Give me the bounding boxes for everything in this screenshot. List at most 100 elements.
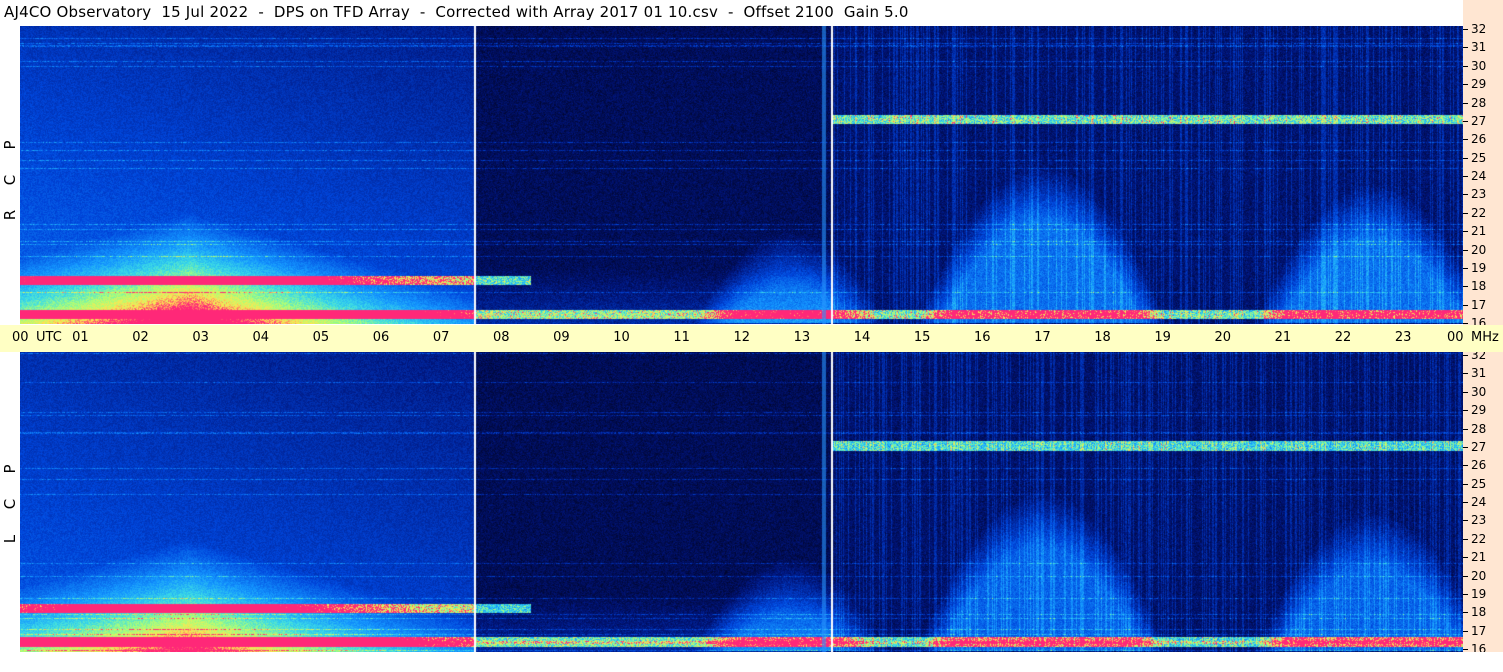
freq-tickmark-rcp-24 [1463,176,1468,177]
time-tick-6: 06 [372,330,390,345]
freq-tick-lcp-30: 30 [1471,384,1487,399]
time-tick-22: 22 [1334,330,1352,345]
freq-tick-rcp-18: 18 [1471,279,1487,294]
freq-tickmark-lcp-29 [1463,410,1468,412]
freq-tick-lcp-26: 26 [1471,458,1487,473]
freq-tickmark-lcp-21 [1463,557,1468,559]
time-tick-23: 23 [1394,330,1412,345]
freq-tick-rcp-17: 17 [1471,297,1487,312]
freq-tick-rcp-21: 21 [1471,224,1487,239]
freq-tickmark-rcp-19 [1463,267,1468,269]
freq-tickmark-lcp-25 [1463,483,1468,485]
freq-tick-rcp-26: 26 [1471,132,1487,147]
freq-tickmark-lcp-30 [1463,391,1468,393]
freq-tickmark-rcp-21 [1463,231,1468,233]
spectrogram-rcp [20,26,1463,324]
freq-tickmark-rcp-29 [1463,84,1468,86]
freq-tickmark-lcp-31 [1463,373,1468,375]
time-tick-4: 04 [252,330,270,345]
freq-tickmark-lcp-28 [1463,428,1468,430]
time-tick-7: 07 [432,330,450,345]
freq-unit-label: MHz [1471,330,1499,345]
pol-letter-c: C [1,174,19,186]
freq-tick-lcp-23: 23 [1471,513,1487,528]
freq-tickmark-rcp-25 [1463,157,1468,159]
freq-tick-lcp-29: 29 [1471,403,1487,418]
freq-tickmark-rcp-26 [1463,139,1468,141]
time-tick-20: 20 [1214,330,1232,345]
freq-tickmark-lcp-32 [1463,355,1468,356]
freq-tick-rcp-29: 29 [1471,77,1487,92]
time-tick-10: 10 [613,330,630,345]
freq-tickmark-rcp-32 [1463,29,1468,30]
freq-tick-lcp-20: 20 [1471,568,1487,583]
time-axis: 00 01 02 03 04 05 06 07 08 09 10 11 12 13 14 15 16 17 18 19… [0,325,1464,352]
freq-tick-lcp-21: 21 [1471,550,1487,565]
freq-tickmark-lcp-19 [1463,593,1468,595]
pol-letter-c2: C [1,498,19,510]
time-tick-14: 14 [853,330,871,345]
time-tick-12: 12 [733,330,751,345]
freq-tickmark-lcp-17 [1463,630,1468,632]
freq-tickmark-lcp-20 [1463,575,1468,577]
time-tick-19: 19 [1154,330,1171,345]
freq-tickmark-lcp-18 [1463,612,1468,614]
time-tick-1: 01 [72,330,89,345]
time-tick-9: 09 [553,330,570,345]
freq-tick-rcp-27: 27 [1471,113,1487,128]
pol-letter-p2: P [1,464,19,474]
pol-label-column-rcp: R C P [0,26,20,324]
spectrogram-rcp-canvas [20,26,1463,324]
freq-tick-rcp-30: 30 [1471,58,1487,73]
spectrogram-lcp-canvas [20,352,1463,652]
freq-tickmark-rcp-20 [1463,249,1468,251]
pol-label-column-lcp: L C P [0,352,20,652]
freq-tick-lcp-31: 31 [1471,366,1487,381]
freq-tickmark-rcp-22 [1463,212,1468,214]
freq-tick-lcp-27: 27 [1471,439,1487,454]
freq-unit-box: MHz [1463,325,1503,352]
time-tick-8: 08 [493,330,510,345]
freq-tickmark-rcp-30 [1463,65,1468,67]
freq-tickmark-lcp-23 [1463,520,1468,522]
freq-tickmark-rcp-18 [1463,286,1468,288]
freq-tick-rcp-31: 31 [1471,40,1487,55]
freq-tickmark-lcp-22 [1463,538,1468,540]
freq-tickmark-lcp-24 [1463,502,1468,503]
freq-tickmark-lcp-27 [1463,446,1468,448]
freq-tickmark-rcp-16 [1463,323,1468,324]
freq-axis-lcp: 32 31 30 29 28 27 26 25 24 23 22 21 20 19 18 17 16 [1463,349,1503,655]
pol-letter-l: L [1,534,19,544]
freq-tick-rcp-25: 25 [1471,150,1487,165]
pol-letter-r: R [1,209,19,221]
time-tick-17: 17 [1034,330,1051,345]
freq-tick-rcp-32: 32 [1471,22,1487,36]
freq-tick-rcp-19: 19 [1471,260,1487,275]
freq-axis-rcp: 32 31 30 29 28 27 26 25 24 23 22 21 20 19 18 17 16 [1463,22,1503,329]
freq-tick-rcp-20: 20 [1471,242,1487,257]
freq-tick-rcp-22: 22 [1471,205,1487,220]
time-tick-15: 15 [913,330,931,345]
time-tick-16: 16 [974,330,991,345]
time-tick-2: 02 [132,330,149,345]
freq-tickmark-rcp-27 [1463,120,1468,122]
freq-tickmark-lcp-26 [1463,465,1468,467]
freq-tickmark-rcp-23 [1463,194,1468,196]
freq-tick-rcp-24: 24 [1471,169,1487,183]
freq-tick-lcp-19: 19 [1471,586,1487,601]
bottom-strip [0,652,1503,672]
time-tick-3: 03 [192,330,209,345]
freq-tickmark-rcp-28 [1463,102,1468,104]
time-tick-24: 00 [1447,330,1464,345]
time-tick-11: 11 [673,330,690,345]
time-unit-label: UTC [36,330,62,345]
freq-tick-lcp-24: 24 [1471,495,1487,509]
time-tick-5: 05 [312,330,330,345]
spectrogram-lcp [20,352,1463,652]
freq-tickmark-rcp-17 [1463,304,1468,306]
freq-tickmark-lcp-16 [1463,649,1468,650]
freq-tick-lcp-25: 25 [1471,476,1487,491]
chart-title: AJ4CO Observatory 15 Jul 2022 - DPS on T… [4,3,909,21]
pol-letter-p: P [1,140,19,150]
time-tick-21: 21 [1274,330,1292,345]
